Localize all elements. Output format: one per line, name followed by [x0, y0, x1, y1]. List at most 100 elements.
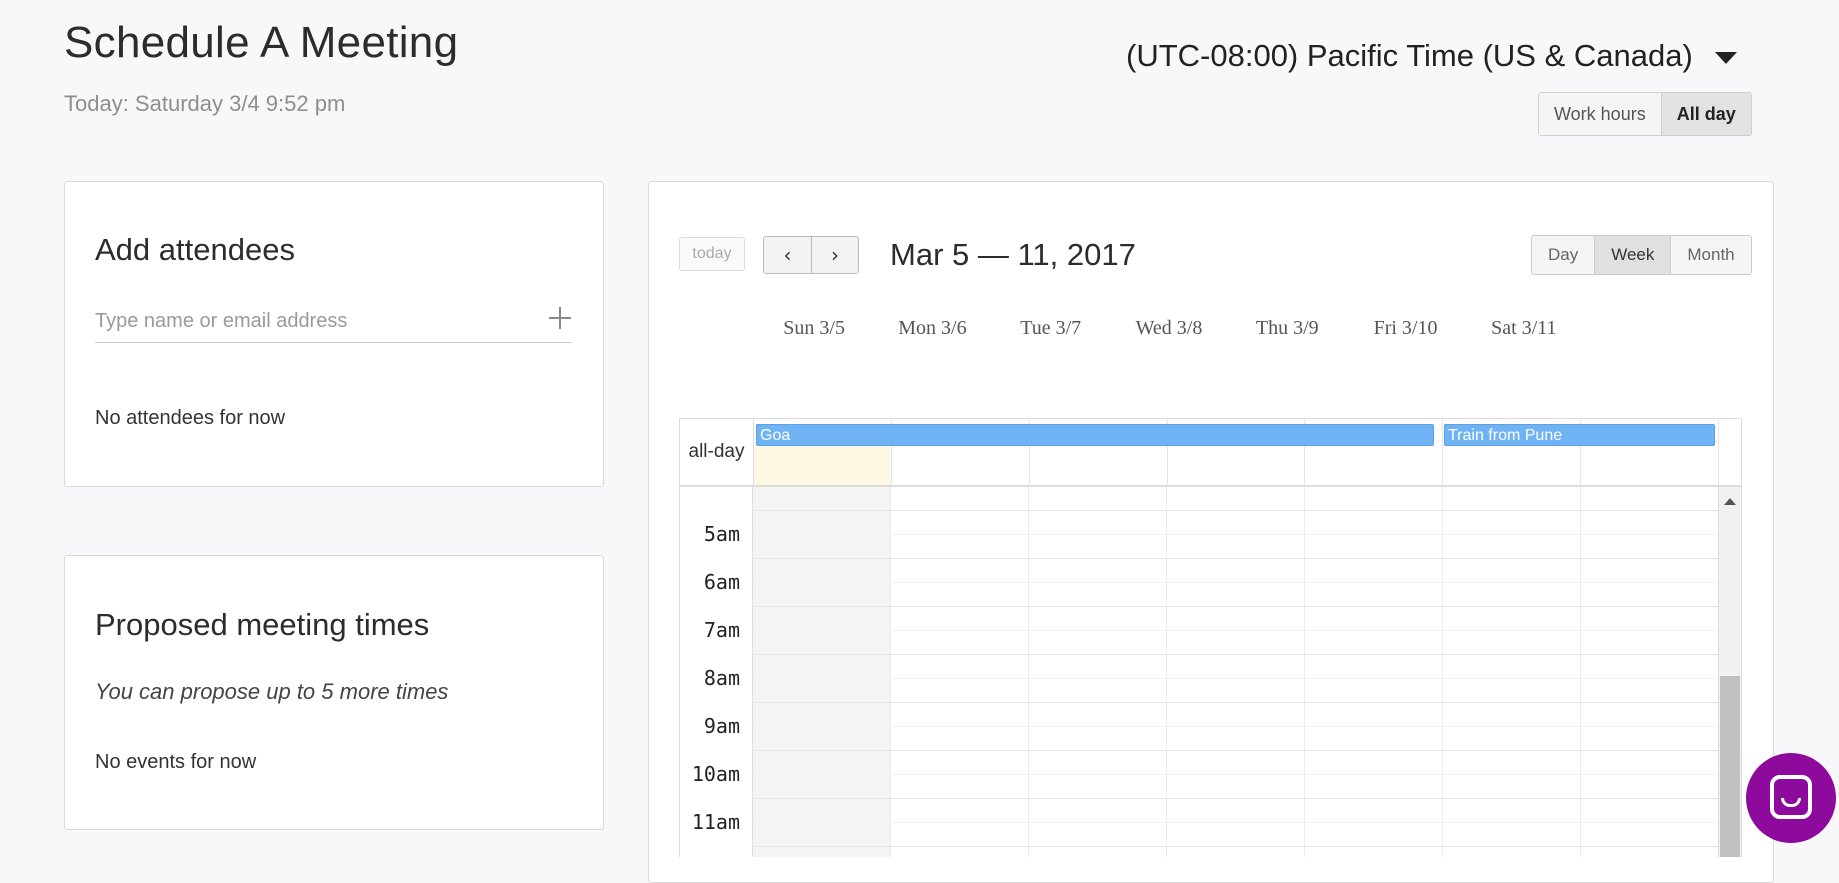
time-slot[interactable]	[1305, 679, 1443, 703]
time-slot[interactable]	[1305, 751, 1443, 775]
time-slot[interactable]	[1443, 631, 1581, 655]
time-slot[interactable]	[891, 631, 1029, 655]
time-slot[interactable]	[891, 559, 1029, 583]
time-slot[interactable]	[1167, 703, 1305, 727]
event-goa[interactable]: Goa	[756, 424, 1434, 446]
time-slot[interactable]	[1443, 511, 1581, 535]
time-slot[interactable]	[1443, 583, 1581, 607]
time-slot[interactable]	[1029, 847, 1167, 857]
view-day-button[interactable]: Day	[1532, 236, 1595, 274]
time-slot[interactable]	[1581, 799, 1719, 823]
time-slot[interactable]	[1581, 775, 1719, 799]
time-slot[interactable]	[1029, 607, 1167, 631]
time-slot[interactable]	[891, 535, 1029, 559]
time-slot[interactable]	[1581, 511, 1719, 535]
event-train-from-pune[interactable]: Train from Pune	[1444, 424, 1715, 446]
time-slot[interactable]	[1029, 727, 1167, 751]
time-slot[interactable]	[1029, 631, 1167, 655]
time-slot[interactable]	[891, 799, 1029, 823]
time-slot[interactable]	[1443, 559, 1581, 583]
plus-icon[interactable]	[548, 306, 572, 330]
time-slot[interactable]	[1443, 655, 1581, 679]
chevron-right-icon[interactable]: ›	[811, 237, 858, 273]
time-slot[interactable]	[1581, 607, 1719, 631]
time-slot[interactable]	[1305, 799, 1443, 823]
time-slot[interactable]	[891, 583, 1029, 607]
time-slot[interactable]	[1305, 823, 1443, 847]
time-slot[interactable]	[1443, 823, 1581, 847]
time-slot[interactable]	[1029, 679, 1167, 703]
time-slot[interactable]	[1029, 583, 1167, 607]
time-slot[interactable]	[1443, 607, 1581, 631]
time-slot[interactable]	[1305, 847, 1443, 857]
scroll-up-icon[interactable]	[1724, 498, 1736, 505]
time-slot[interactable]	[753, 559, 891, 583]
time-slot[interactable]	[891, 727, 1029, 751]
view-week-button[interactable]: Week	[1594, 236, 1671, 274]
time-slot[interactable]	[1305, 703, 1443, 727]
time-slot[interactable]	[1305, 775, 1443, 799]
scrollbar-thumb[interactable]	[1720, 676, 1740, 857]
time-slot[interactable]	[1305, 607, 1443, 631]
view-month-button[interactable]: Month	[1670, 236, 1751, 274]
attendee-input[interactable]	[95, 302, 515, 340]
time-slot[interactable]	[753, 727, 891, 751]
time-slot[interactable]	[1581, 823, 1719, 847]
time-slot[interactable]	[1029, 511, 1167, 535]
time-slot[interactable]	[891, 511, 1029, 535]
time-slot[interactable]	[1167, 487, 1305, 511]
time-slot[interactable]	[1443, 703, 1581, 727]
time-slot[interactable]	[891, 607, 1029, 631]
time-slot[interactable]	[753, 631, 891, 655]
time-slot[interactable]	[891, 751, 1029, 775]
time-slot[interactable]	[1581, 679, 1719, 703]
time-slot[interactable]	[1305, 535, 1443, 559]
time-slot[interactable]	[1443, 847, 1581, 857]
time-slot[interactable]	[1305, 727, 1443, 751]
time-slot[interactable]	[753, 751, 891, 775]
chat-launcher-button[interactable]	[1746, 753, 1836, 843]
time-slot[interactable]	[891, 823, 1029, 847]
time-slot[interactable]	[1029, 775, 1167, 799]
time-slot[interactable]	[1305, 487, 1443, 511]
time-slot[interactable]	[753, 655, 891, 679]
time-slot[interactable]	[1167, 583, 1305, 607]
time-slot[interactable]	[1167, 799, 1305, 823]
time-slot[interactable]	[753, 679, 891, 703]
time-slot[interactable]	[1167, 655, 1305, 679]
time-slot[interactable]	[1167, 775, 1305, 799]
time-slot[interactable]	[891, 703, 1029, 727]
time-slot[interactable]	[1581, 631, 1719, 655]
time-slot[interactable]	[1029, 559, 1167, 583]
time-slot[interactable]	[1443, 799, 1581, 823]
time-slot[interactable]	[891, 847, 1029, 857]
work-hours-button[interactable]: Work hours	[1539, 93, 1661, 135]
time-slot[interactable]	[1581, 655, 1719, 679]
time-slot[interactable]	[753, 607, 891, 631]
time-slot[interactable]	[1443, 487, 1581, 511]
time-slot[interactable]	[1443, 727, 1581, 751]
time-slot[interactable]	[1305, 511, 1443, 535]
all-day-button[interactable]: All day	[1660, 93, 1751, 135]
time-slot[interactable]	[1029, 535, 1167, 559]
time-slot[interactable]	[1167, 559, 1305, 583]
time-slot[interactable]	[1167, 511, 1305, 535]
time-slot[interactable]	[1029, 655, 1167, 679]
time-slot[interactable]	[1443, 535, 1581, 559]
time-slot[interactable]	[1443, 679, 1581, 703]
today-button[interactable]: today	[679, 237, 745, 271]
time-slot[interactable]	[891, 655, 1029, 679]
time-slot[interactable]	[1581, 703, 1719, 727]
time-slot[interactable]	[753, 823, 891, 847]
time-slot[interactable]	[753, 535, 891, 559]
time-slot[interactable]	[753, 511, 891, 535]
time-slot[interactable]	[1581, 535, 1719, 559]
time-slot[interactable]	[1167, 679, 1305, 703]
time-slot[interactable]	[1443, 775, 1581, 799]
time-slot[interactable]	[753, 775, 891, 799]
time-slot[interactable]	[1305, 583, 1443, 607]
time-slot[interactable]	[1305, 559, 1443, 583]
time-slot[interactable]	[753, 847, 891, 857]
time-slot[interactable]	[753, 487, 891, 511]
chevron-left-icon[interactable]: ‹	[764, 237, 811, 273]
